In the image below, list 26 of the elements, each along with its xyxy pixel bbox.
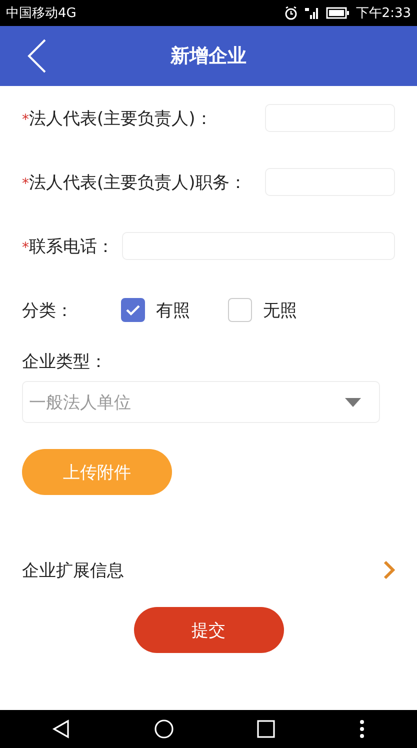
submit-button[interactable]: 提交 <box>134 607 284 653</box>
option-label: 无照 <box>263 300 297 322</box>
type-dropdown[interactable]: 一般法人单位 <box>22 381 380 423</box>
dropdown-arrow-icon <box>345 398 361 406</box>
signal-icon <box>304 6 320 20</box>
page-title: 新增企业 <box>170 44 246 69</box>
home-button[interactable] <box>154 719 174 739</box>
checkbox[interactable] <box>121 298 145 322</box>
chevron-right-icon <box>383 560 395 580</box>
option-label: 有照 <box>156 300 190 322</box>
back-nav-button[interactable] <box>52 719 70 739</box>
field-label: 企业类型： <box>22 351 108 373</box>
more-button[interactable] <box>359 719 366 739</box>
field-label: 分类： <box>22 300 73 322</box>
carrier-text: 中国移动4G <box>6 5 76 22</box>
checkmark-icon <box>125 304 141 316</box>
checkbox[interactable] <box>228 298 252 322</box>
field-label: *法人代表(主要负责人)： <box>22 108 212 130</box>
extension-link[interactable]: 企业扩展信息 <box>22 558 124 582</box>
battery-icon <box>326 7 350 19</box>
field-label: *联系电话： <box>22 236 114 258</box>
recents-button[interactable] <box>257 720 276 738</box>
back-icon <box>27 38 47 74</box>
clock-text: 下午2:33 <box>356 5 411 22</box>
alarm-icon <box>284 6 298 20</box>
field-label: *法人代表(主要负责人)职务： <box>22 172 246 194</box>
